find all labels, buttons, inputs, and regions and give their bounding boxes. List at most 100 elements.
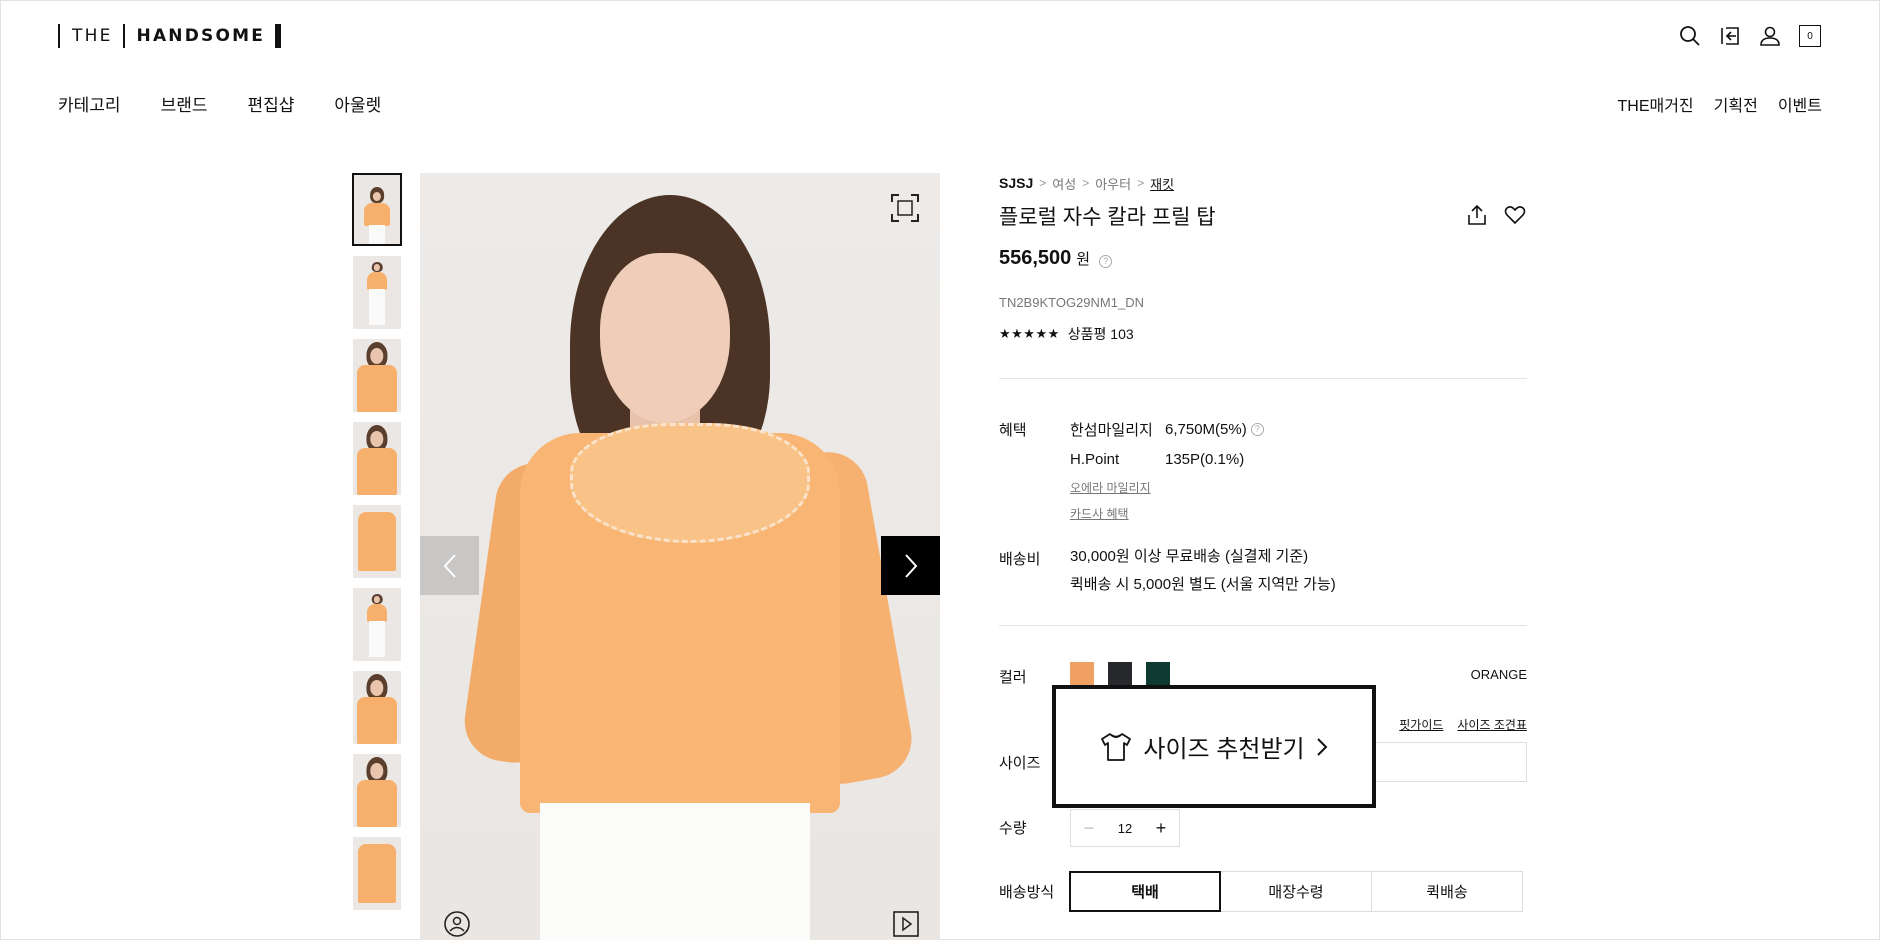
delivery-option-parcel[interactable]: 택배 <box>1069 871 1221 912</box>
sub-nav: THE매거진 기획전 이벤트 <box>1617 92 1822 116</box>
breadcrumb-item[interactable]: 아우터 <box>1095 174 1131 193</box>
mileage-label: 한섬마일리지 <box>1070 421 1153 439</box>
shipping-line: 퀵배송 시 5,000원 별도 (서울 지역만 가능) <box>1070 576 1336 593</box>
logo-bar <box>58 24 60 48</box>
nav-item-magazine[interactable]: THE매거진 <box>1617 92 1693 116</box>
size-chart-link[interactable]: 사이즈 조견표 <box>1457 716 1527 733</box>
color-swatch-orange[interactable] <box>1070 662 1094 686</box>
breadcrumb-item[interactable]: 여성 <box>1052 174 1076 193</box>
product-main-image <box>420 173 940 940</box>
prev-image-button[interactable] <box>420 536 479 595</box>
price-value: 556,500 <box>999 247 1072 269</box>
card-benefit-link[interactable]: 카드사 혜택 <box>1070 500 1264 526</box>
color-label: 컬러 <box>999 669 1027 686</box>
quantity-value[interactable]: 12 <box>1107 821 1143 836</box>
logo-bar <box>275 24 282 48</box>
help-icon[interactable]: ? <box>1099 254 1113 268</box>
price: 556,500 원 ? <box>999 247 1527 271</box>
logo-bar <box>122 24 125 48</box>
quantity-label: 수량 <box>999 820 1027 837</box>
nav-item-outlet[interactable]: 아울렛 <box>334 91 381 116</box>
user-icon[interactable] <box>1758 24 1782 48</box>
virtual-fitting-icon[interactable] <box>443 910 471 938</box>
product-info: SJSJ > 여성 > 아우터 > 재킷 플로럴 자수 칼라 프릴 탑 556,… <box>999 173 1527 912</box>
decrease-button[interactable]: − <box>1071 810 1107 846</box>
help-icon[interactable]: ? <box>1250 422 1264 436</box>
divider <box>999 378 1527 379</box>
nav-item-exhibition[interactable]: 기획전 <box>1714 92 1758 116</box>
star-rating-icon: ★★★★★ <box>999 326 1060 341</box>
color-swatches <box>1070 662 1170 686</box>
nav-item-event[interactable]: 이벤트 <box>1778 92 1822 116</box>
hpoint-label: H.Point <box>1070 450 1120 468</box>
product-title: 플로럴 자수 칼라 프릴 탑 <box>999 206 1216 229</box>
size-recommend-button[interactable]: 사이즈 추천받기 <box>1052 685 1376 808</box>
tshirt-icon <box>1101 732 1132 761</box>
chevron-right-icon: > <box>1082 176 1090 190</box>
thumbnail[interactable] <box>353 339 401 412</box>
main-nav: 카테고리 브랜드 편집샵 아울렛 <box>58 91 381 116</box>
shipping-label: 배송비 <box>999 551 1041 568</box>
breadcrumb: SJSJ > 여성 > 아우터 > 재킷 <box>999 173 1527 193</box>
play-video-icon[interactable] <box>892 910 920 938</box>
thumbnail[interactable] <box>353 754 401 827</box>
header-icons: 0 <box>1678 24 1822 48</box>
product-code: TN2B9KTOG29NM1_DN <box>999 295 1144 310</box>
thumbnail[interactable] <box>353 837 401 910</box>
delivery-method-label: 배송방식 <box>999 884 1055 901</box>
thumbnail[interactable] <box>353 671 401 744</box>
selected-color-name: ORANGE <box>1470 667 1527 682</box>
nav-item-category[interactable]: 카테고리 <box>58 91 121 116</box>
logout-icon[interactable] <box>1718 24 1742 48</box>
review-count: 상품평 103 <box>1067 326 1134 342</box>
search-icon[interactable] <box>1678 24 1702 48</box>
quantity-stepper: − 12 + <box>1070 809 1180 847</box>
benefit-details: 한섬마일리지 6,750M(5%) ? H.Point 135P(0.1%) 오… <box>1070 414 1264 526</box>
price-currency: 원 <box>1076 251 1091 268</box>
wishlist-heart-icon[interactable] <box>1503 203 1527 227</box>
benefit-label: 혜택 <box>999 422 1027 439</box>
chevron-right-icon <box>1316 737 1328 756</box>
breadcrumb-brand[interactable]: SJSJ <box>999 175 1033 191</box>
color-swatch-green[interactable] <box>1146 662 1170 686</box>
logo-handsome: HANDSOME <box>136 26 266 46</box>
share-icon[interactable] <box>1465 203 1489 227</box>
cart-count: 0 <box>1799 25 1821 47</box>
review-summary[interactable]: ★★★★★ 상품평 103 <box>999 325 1527 343</box>
size-label: 사이즈 <box>999 755 1041 772</box>
chevron-right-icon <box>904 553 917 578</box>
next-image-button[interactable] <box>881 536 940 595</box>
delivery-options: 택배 매장수령 퀵배송 <box>1069 871 1523 912</box>
thumbnail[interactable] <box>353 422 401 495</box>
chevron-left-icon <box>443 553 456 578</box>
expand-icon[interactable] <box>890 193 920 223</box>
delivery-option-store-pickup[interactable]: 매장수령 <box>1220 871 1372 912</box>
color-swatch-black[interactable] <box>1108 662 1132 686</box>
site-logo[interactable]: THE HANDSOME <box>58 24 282 48</box>
thumbnail[interactable] <box>353 588 401 661</box>
increase-button[interactable]: + <box>1143 810 1179 846</box>
divider <box>999 625 1527 626</box>
breadcrumb-current[interactable]: 재킷 <box>1150 174 1174 193</box>
chevron-right-icon: > <box>1137 176 1145 190</box>
delivery-option-quick[interactable]: 퀵배송 <box>1371 871 1523 912</box>
title-actions <box>1465 203 1527 227</box>
cart-icon[interactable]: 0 <box>1798 24 1822 48</box>
nav-item-brand[interactable]: 브랜드 <box>161 91 208 116</box>
thumbnail[interactable] <box>353 256 401 329</box>
size-links: 핏가이드 사이즈 조견표 <box>1399 716 1527 733</box>
oera-mileage-link[interactable]: 오에라 마일리지 <box>1070 474 1264 500</box>
page-frame <box>0 0 1880 940</box>
nav-item-select-shop[interactable]: 편집샵 <box>247 91 294 116</box>
hpoint-value: 135P(0.1%) <box>1165 450 1245 468</box>
thumbnail-list <box>352 173 402 920</box>
chevron-right-icon: > <box>1039 176 1047 190</box>
thumbnail[interactable] <box>353 505 401 578</box>
mileage-value: 6,750M(5%) <box>1165 420 1247 438</box>
fit-guide-link[interactable]: 핏가이드 <box>1399 716 1443 733</box>
logo-the: THE <box>72 26 113 46</box>
thumbnail[interactable] <box>352 173 402 246</box>
size-recommend-label: 사이즈 추천받기 <box>1143 736 1305 763</box>
shipping-info: 30,000원 이상 무료배송 (실결제 기준) 퀵배송 시 5,000원 별도… <box>1070 543 1336 599</box>
shipping-line: 30,000원 이상 무료배송 (실결제 기준) <box>1070 548 1309 565</box>
